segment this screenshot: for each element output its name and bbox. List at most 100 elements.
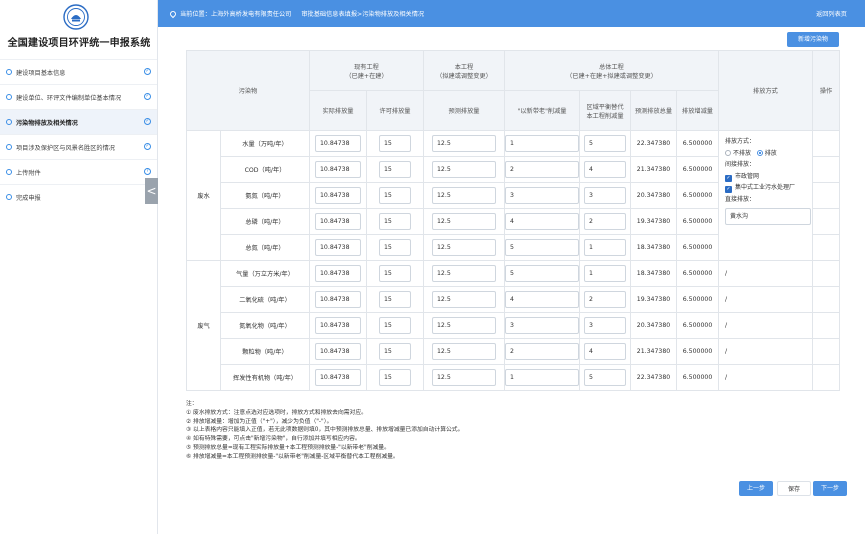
add-pollutant-button[interactable]: 新增污染物 — [787, 32, 839, 47]
header-increase: 排放增减量 — [676, 90, 719, 131]
permitted-input[interactable]: 15 — [379, 161, 411, 178]
reduction-input[interactable]: 1 — [505, 135, 579, 152]
actual-input[interactable]: 10.84738 — [315, 265, 361, 282]
discharge-value: / — [718, 260, 813, 287]
predicted-total-value: 22.347380 — [630, 130, 677, 157]
permitted-input[interactable]: 15 — [379, 187, 411, 204]
pollutant-table: 污染物 现有工程 （已建+在建） 本工程 （拟建或调整变更） 总体工程 （已建+在建+… — [186, 50, 840, 391]
sidebar-item-protected-areas[interactable]: 项目涉及保护区与风景名胜区的情况 ✓ — [0, 134, 157, 159]
sidebar-collapse-button[interactable]: < — [145, 178, 158, 204]
reduction-input[interactable]: 5 — [505, 239, 579, 256]
regional-input[interactable]: 2 — [584, 291, 626, 308]
actual-input[interactable]: 10.84738 — [315, 161, 361, 178]
checkbox-municipal[interactable]: ✓ 市政管网 — [725, 171, 812, 183]
predicted-input[interactable]: 12.5 — [432, 187, 496, 204]
note-line: ② 排放增减量：增加为正值（"+"），减少为负值（"-"）。 — [186, 418, 333, 425]
radio-discharge[interactable]: 排放 — [756, 149, 777, 157]
sidebar-item-pollutant-discharge[interactable]: 污染物排放及相关情况 ✓ — [0, 109, 157, 134]
breadcrumb-bar: 当前位置： 上海外高桥发电有限责任公司 审批基础信息表填报>污染物排放及相关情况… — [158, 0, 865, 27]
sidebar-item-label: 完成申报 — [16, 194, 41, 202]
permitted-input[interactable]: 15 — [379, 369, 411, 386]
reduction-input[interactable]: 3 — [505, 187, 579, 204]
predicted-input[interactable]: 12.5 — [432, 239, 496, 256]
reduction-input[interactable]: 4 — [505, 213, 579, 230]
predicted-total-value: 21.347380 — [630, 156, 677, 183]
reduction-input[interactable]: 2 — [505, 161, 579, 178]
actual-input[interactable]: 10.84738 — [315, 369, 361, 386]
discharge-value: / — [718, 338, 813, 365]
predicted-input[interactable]: 12.5 — [432, 135, 496, 152]
actual-input[interactable]: 10.84738 — [315, 187, 361, 204]
regional-input[interactable]: 1 — [584, 239, 626, 256]
radio-no-discharge[interactable]: 不排放 — [725, 149, 751, 157]
actual-input[interactable]: 10.84738 — [315, 135, 361, 152]
note-line: ④ 如有特殊需要，可点击"新增污染物"，自行添加并填写相应内容。 — [186, 436, 361, 443]
discharge-method-panel: 排放方式： 不排放 排放 间接排放： ✓ 市政管网 ✓ 集中式工业污水处理厂 直接排… — [718, 130, 813, 261]
increase-value: 6.500000 — [676, 338, 719, 365]
permitted-input[interactable]: 15 — [379, 291, 411, 308]
reduction-input[interactable]: 2 — [505, 343, 579, 360]
predicted-input[interactable]: 12.5 — [432, 291, 496, 308]
regional-input[interactable]: 5 — [584, 135, 626, 152]
regional-input[interactable]: 3 — [584, 187, 626, 204]
note-line: ③ 以上表格内容只能填入正值，若无此项数据则填0，其中预测排放总量、排放增减量已… — [186, 427, 464, 434]
predicted-input[interactable]: 12.5 — [432, 317, 496, 334]
reduction-input[interactable]: 5 — [505, 265, 579, 282]
predicted-input[interactable]: 12.5 — [432, 369, 496, 386]
permitted-input[interactable]: 15 — [379, 135, 411, 152]
sidebar-item-project-info[interactable]: 建设项目基本信息 ✓ — [0, 59, 157, 84]
predicted-total-value: 19.347380 — [630, 286, 677, 313]
reduction-input[interactable]: 1 — [505, 369, 579, 386]
operation-cell — [812, 260, 840, 287]
operation-cell — [812, 130, 840, 157]
predicted-input[interactable]: 12.5 — [432, 161, 496, 178]
actual-input[interactable]: 10.84738 — [315, 213, 361, 230]
pollutant-name: 氨氮（吨/年） — [220, 182, 310, 209]
save-button[interactable]: 保存 — [777, 481, 811, 496]
back-to-list-link[interactable]: 返回列表页 — [816, 9, 847, 18]
note-line: ⑤ 预测排放总量=现有工程实际排放量+本工程预测排放量-"以新带老"削减量。 — [186, 444, 390, 451]
breadcrumb-path[interactable]: 审批基础信息表填报>污染物排放及相关情况 — [301, 9, 424, 18]
header-current: 本工程 （拟建或调整变更） — [423, 50, 505, 91]
prev-step-button[interactable]: 上一步 — [739, 481, 773, 496]
predicted-input[interactable]: 12.5 — [432, 213, 496, 230]
predicted-input[interactable]: 12.5 — [432, 343, 496, 360]
next-step-button[interactable]: 下一步 — [813, 481, 847, 496]
regional-input[interactable]: 5 — [584, 369, 626, 386]
sidebar-item-upload-attachments[interactable]: 上传附件 ? — [0, 159, 157, 184]
discharge-value: / — [718, 286, 813, 313]
reduction-input[interactable]: 3 — [505, 317, 579, 334]
permitted-input[interactable]: 15 — [379, 317, 411, 334]
header-reduction: "以新带老"削减量 — [504, 90, 580, 131]
discharge-label: 排放方式： — [725, 138, 756, 145]
operation-cell — [812, 312, 840, 339]
question-icon: ? — [144, 168, 151, 175]
increase-value: 6.500000 — [676, 312, 719, 339]
actual-input[interactable]: 10.84738 — [315, 239, 361, 256]
reduction-input[interactable]: 4 — [505, 291, 579, 308]
regional-input[interactable]: 3 — [584, 317, 626, 334]
permitted-input[interactable]: 15 — [379, 343, 411, 360]
checkbox-industrial-plant[interactable]: ✓ 集中式工业污水处理厂 — [725, 182, 812, 194]
sidebar-item-complete[interactable]: 完成申报 — [0, 184, 157, 209]
table-row: 挥发性有机物（吨/年） 10.84738 15 12.5 1 5 22.347380 6.50… — [187, 364, 840, 391]
permitted-input[interactable]: 15 — [379, 265, 411, 282]
predicted-total-value: 18.347380 — [630, 234, 677, 261]
breadcrumb-company[interactable]: 上海外高桥发电有限责任公司 — [211, 9, 291, 18]
permitted-input[interactable]: 15 — [379, 239, 411, 256]
predicted-input[interactable]: 12.5 — [432, 265, 496, 282]
direct-discharge-input[interactable]: 黄水沟 — [725, 208, 811, 225]
operation-cell — [812, 364, 840, 391]
sidebar-item-unit-info[interactable]: 建设单位、环评文件编制单位基本情况 ✓ — [0, 84, 157, 109]
actual-input[interactable]: 10.84738 — [315, 343, 361, 360]
permitted-input[interactable]: 15 — [379, 213, 411, 230]
regional-input[interactable]: 1 — [584, 265, 626, 282]
actual-input[interactable]: 10.84738 — [315, 317, 361, 334]
regional-input[interactable]: 4 — [584, 343, 626, 360]
regional-input[interactable]: 2 — [584, 213, 626, 230]
actual-input[interactable]: 10.84738 — [315, 291, 361, 308]
sidebar-item-label: 污染物排放及相关情况 — [16, 119, 78, 127]
regional-input[interactable]: 4 — [584, 161, 626, 178]
note-line: ⑥ 排放增减量=本工程预测排放量-"以新带老"削减量-区域平衡替代本工程削减量。 — [186, 453, 399, 460]
group-label: 废水 — [186, 130, 221, 261]
